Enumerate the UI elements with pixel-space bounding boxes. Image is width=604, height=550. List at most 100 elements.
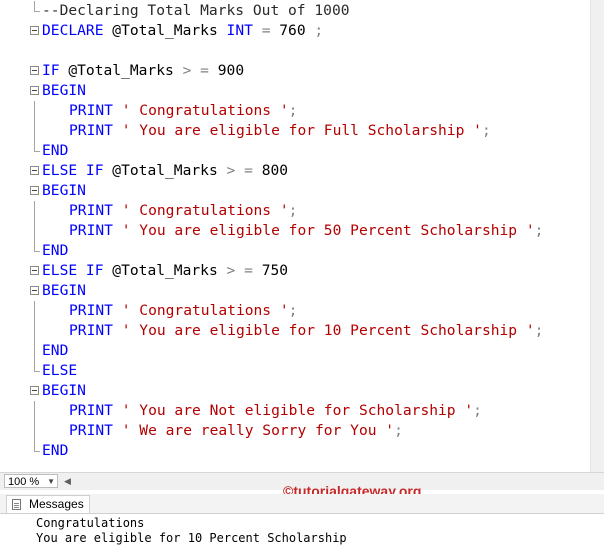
tab-messages-label: Messages <box>29 497 84 511</box>
tab-messages[interactable]: Messages <box>6 495 90 513</box>
messages-pane: Congratulations You are eligible for 10 … <box>0 514 604 550</box>
code-text: PRINT ' We are really Sorry for You '; <box>69 421 403 441</box>
collapse-icon[interactable] <box>30 61 41 81</box>
code-token: = <box>261 22 280 39</box>
code-token: ' Congratulations ' <box>121 102 289 119</box>
outline-guide-end <box>30 361 41 381</box>
code-token: END <box>42 342 69 359</box>
code-text: DECLARE @Total_Marks INT = 760 ; <box>42 21 323 41</box>
code-token: PRINT <box>69 402 122 419</box>
code-token: 800 <box>261 162 289 179</box>
editor-vertical-scrollbar[interactable] <box>590 0 604 472</box>
outline-guide <box>30 401 41 421</box>
code-text: PRINT ' You are eligible for Full Schola… <box>69 121 491 141</box>
code-token: ' You are eligible for Full Scholarship … <box>121 122 482 139</box>
code-token: ; <box>481 122 491 139</box>
code-token: 760 <box>279 22 315 39</box>
code-text: ELSE IF @Total_Marks > = 800 <box>42 161 288 181</box>
code-token: BEGIN <box>42 382 86 399</box>
outline-empty <box>30 41 41 61</box>
code-text: BEGIN <box>42 81 86 101</box>
code-token: END <box>42 142 69 159</box>
collapse-icon[interactable] <box>30 261 41 281</box>
code-token: ' Congratulations ' <box>121 202 289 219</box>
code-token: @Total_Marks <box>112 22 227 39</box>
chevron-down-icon: ▼ <box>47 477 55 486</box>
code-token: BEGIN <box>42 182 86 199</box>
code-text: END <box>42 441 68 461</box>
code-text: END <box>42 341 68 361</box>
code-token: PRINT <box>69 122 122 139</box>
code-token: ; <box>288 302 298 319</box>
code-token: 900 <box>217 62 245 79</box>
code-token: ' You are Not eligible for Scholarship ' <box>121 402 474 419</box>
collapse-icon[interactable] <box>30 21 41 41</box>
code-text: IF @Total_Marks > = 900 <box>42 61 244 81</box>
code-token: DECLARE <box>42 22 113 39</box>
zoom-dropdown[interactable]: 100 % ▼ <box>4 474 58 488</box>
message-line: Congratulations <box>36 516 145 530</box>
code-text: BEGIN <box>42 281 86 301</box>
outline-guide <box>30 221 41 241</box>
code-token: ELSE IF <box>42 162 113 179</box>
code-token: > = <box>226 262 262 279</box>
code-text: PRINT ' You are eligible for 10 Percent … <box>69 321 543 341</box>
code-token: ' You are eligible for 10 Percent Schola… <box>121 322 535 339</box>
code-text: PRINT ' You are Not eligible for Scholar… <box>69 401 482 421</box>
outline-guide <box>30 321 41 341</box>
document-icon <box>12 499 21 510</box>
code-token: ELSE <box>42 362 78 379</box>
collapse-icon[interactable] <box>30 281 41 301</box>
outline-guide-end <box>30 241 41 261</box>
outline-guide <box>30 201 41 221</box>
code-token: PRINT <box>69 422 122 439</box>
code-token: PRINT <box>69 302 122 319</box>
collapse-icon[interactable] <box>30 181 41 201</box>
code-token: BEGIN <box>42 82 86 99</box>
code-token: ' Congratulations ' <box>121 302 289 319</box>
code-text: END <box>42 141 68 161</box>
code-token: END <box>42 242 69 259</box>
code-text: END <box>42 241 68 261</box>
code-token: INT <box>226 22 262 39</box>
outline-guide <box>30 301 41 321</box>
code-text: BEGIN <box>42 381 86 401</box>
code-token: > = <box>226 162 262 179</box>
code-text: --Declaring Total Marks Out of 1000 <box>42 1 350 21</box>
code-token: ' You are eligible for 50 Percent Schola… <box>121 222 535 239</box>
code-text: PRINT ' You are eligible for 50 Percent … <box>69 221 543 241</box>
code-text: ELSE IF @Total_Marks > = 750 <box>42 261 288 281</box>
zoom-level: 100 % <box>8 476 40 488</box>
outline-guide <box>30 101 41 121</box>
code-token: --Declaring Total Marks Out of 1000 <box>42 2 350 19</box>
code-token: ; <box>314 22 324 39</box>
collapse-icon[interactable] <box>30 161 41 181</box>
results-tab-bar: Messages <box>0 494 604 514</box>
code-token: ; <box>534 322 544 339</box>
code-text: PRINT ' Congratulations '; <box>69 301 297 321</box>
query-editor[interactable]: --Declaring Total Marks Out of 1000 DECLA… <box>0 0 590 472</box>
code-token: PRINT <box>69 322 122 339</box>
outline-guide <box>30 421 41 441</box>
code-token: PRINT <box>69 222 122 239</box>
outline-guide-end <box>30 441 41 461</box>
collapse-icon[interactable] <box>30 381 41 401</box>
code-token: ; <box>288 202 298 219</box>
code-token: BEGIN <box>42 282 86 299</box>
code-token: ; <box>394 422 403 439</box>
code-token: @Total_Marks <box>112 162 227 179</box>
outline-guide-end <box>30 1 41 21</box>
code-text: ELSE <box>42 361 77 381</box>
code-token: PRINT <box>69 102 122 119</box>
code-token: @Total_Marks <box>112 262 227 279</box>
code-text: PRINT ' Congratulations '; <box>69 101 297 121</box>
code-token: @Total_Marks <box>68 62 183 79</box>
outline-guide <box>30 341 41 361</box>
collapse-icon[interactable] <box>30 81 41 101</box>
code-token: ; <box>473 402 482 419</box>
code-text: PRINT ' Congratulations '; <box>69 201 297 221</box>
code-token: ' We are really Sorry for You ' <box>121 422 395 439</box>
code-token: ELSE IF <box>42 262 113 279</box>
code-token: ; <box>288 102 298 119</box>
scroll-left-icon[interactable]: ◀ <box>64 476 71 487</box>
